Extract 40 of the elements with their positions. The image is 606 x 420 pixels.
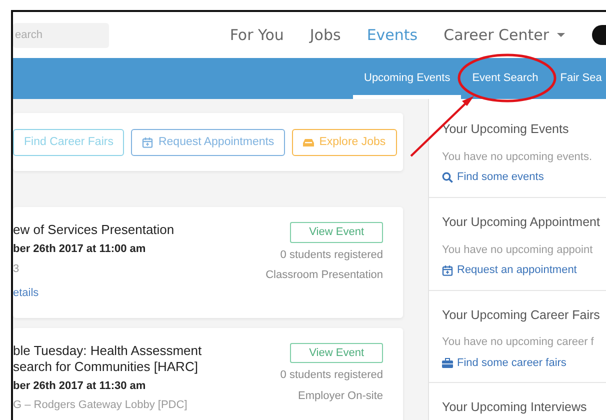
event-title: ble Tuesday: Health Assessment (13, 342, 202, 359)
event-type: Classroom Presentation (266, 268, 383, 284)
details-link[interactable]: etails (13, 287, 39, 300)
section-link[interactable]: Request an appointment (442, 262, 606, 278)
event-location: 3 (13, 262, 20, 277)
sub-nav-tab[interactable]: Fair Sea (549, 58, 606, 99)
search-icon (442, 172, 453, 183)
section-text: You have no upcoming events. (442, 150, 594, 165)
inbox-icon (303, 138, 314, 148)
briefcase-icon (442, 358, 453, 368)
action-button[interactable]: Find Career Fairs (13, 129, 124, 156)
section-title: Your Upcoming Appointment (442, 214, 601, 231)
section-title: Your Upcoming Events (442, 121, 570, 138)
calendar-icon (442, 264, 453, 276)
view-event-button[interactable]: View Event (290, 342, 383, 364)
section-text: You have no upcoming career f (442, 335, 595, 350)
section-title: Your Upcoming Interviews (442, 399, 588, 416)
nav-link[interactable]: Career Center (444, 24, 565, 46)
search-field[interactable]: earch (13, 22, 109, 48)
section-text: You have no upcoming appoint (442, 242, 594, 258)
nav-link[interactable]: Events (366, 24, 418, 46)
section-link[interactable]: Find some career fairs (442, 354, 606, 372)
event-date: ber 26th 2017 at 11:30 am (13, 378, 147, 394)
avatar-icon[interactable] (592, 25, 606, 45)
event-title: ew of Services Presentation (13, 222, 174, 238)
event-date: ber 26th 2017 at 11:00 am (13, 242, 147, 258)
event-title: search for Communities [HARC] (13, 358, 199, 375)
nav-link[interactable]: Jobs (310, 24, 341, 46)
section-link[interactable]: Find some events (442, 169, 606, 186)
registered-count: 0 students registered (280, 368, 383, 384)
section-title: Your Upcoming Career Fairs (442, 306, 601, 324)
event-location: G – Rodgers Gateway Lobby [PDC] (13, 398, 188, 414)
action-button[interactable]: Explore Jobs (292, 129, 397, 156)
registered-count: 0 students registered (280, 248, 383, 263)
sub-nav-tab[interactable]: Event Search (461, 58, 550, 99)
event-type: Employer On-site (298, 388, 383, 404)
view-event-button[interactable]: View Event (290, 222, 383, 243)
nav-link[interactable]: For You (230, 24, 284, 46)
action-button[interactable]: Request Appointments (131, 129, 286, 156)
calendar-icon (142, 137, 154, 148)
